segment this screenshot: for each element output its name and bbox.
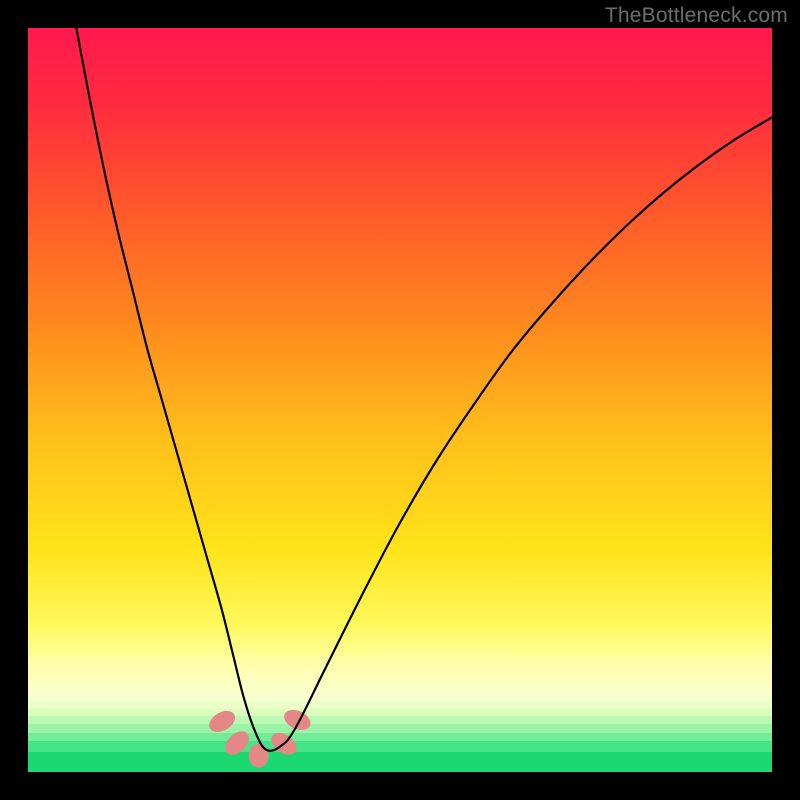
curve-layer [28, 28, 772, 772]
plot-area [28, 28, 772, 772]
trough-marker [249, 744, 269, 768]
trough-marker [281, 706, 314, 734]
chart-frame: TheBottleneck.com [0, 0, 800, 800]
bottleneck-curve [76, 28, 772, 751]
trough-marker [206, 707, 239, 737]
trough-marker [221, 727, 254, 760]
marker-group [206, 706, 314, 768]
watermark-text: TheBottleneck.com [605, 4, 788, 28]
